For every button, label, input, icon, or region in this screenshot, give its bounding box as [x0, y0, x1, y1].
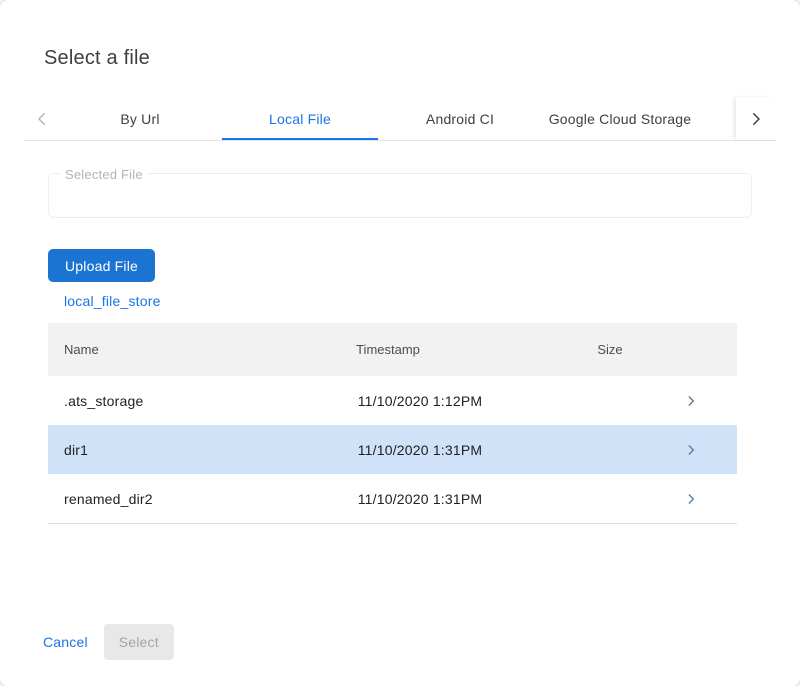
tab-by-url[interactable]: By Url — [60, 97, 220, 140]
file-timestamp: 11/10/2020 1:12PM — [300, 393, 540, 409]
selected-file-field: Selected File — [48, 173, 752, 218]
column-header-timestamp: Timestamp — [300, 342, 540, 357]
selected-file-input[interactable] — [49, 174, 751, 217]
chevron-right-icon — [747, 110, 765, 128]
table-row[interactable]: .ats_storage 11/10/2020 1:12PM — [48, 376, 737, 425]
tabs-prev-button[interactable] — [24, 97, 60, 140]
tabs-next-button[interactable] — [736, 97, 776, 140]
tab-label: By Url — [120, 111, 159, 127]
file-timestamp: 11/10/2020 1:31PM — [300, 491, 540, 507]
chevron-left-icon — [33, 110, 51, 128]
local-file-store-link[interactable]: local_file_store — [64, 293, 161, 309]
table-row[interactable]: renamed_dir2 11/10/2020 1:31PM — [48, 474, 737, 523]
tab-label: Google Cloud Storage — [549, 111, 692, 127]
chevron-right-icon[interactable] — [684, 492, 698, 506]
column-header-name: Name — [48, 342, 300, 357]
page-title: Select a file — [44, 46, 756, 70]
table-row[interactable]: dir1 11/10/2020 1:31PM — [48, 425, 737, 474]
select-file-dialog: Select a file By Url Local File Android … — [0, 0, 800, 686]
tab-content: Selected File Upload File local_file_sto… — [48, 173, 752, 524]
chevron-right-icon[interactable] — [684, 443, 698, 457]
table-header-row: Name Timestamp Size — [48, 323, 737, 376]
tab-label: Android CI — [426, 111, 494, 127]
file-table: Name Timestamp Size .ats_storage 11/10/2… — [48, 323, 737, 524]
upload-file-button[interactable]: Upload File — [48, 249, 155, 282]
tab-label: Local File — [269, 111, 331, 127]
tab-google-cloud-storage[interactable]: Google Cloud Storage — [540, 97, 700, 140]
select-button[interactable]: Select — [104, 624, 174, 660]
file-name: .ats_storage — [48, 393, 300, 409]
file-name: renamed_dir2 — [48, 491, 300, 507]
file-timestamp: 11/10/2020 1:31PM — [300, 442, 540, 458]
upload-file-label: Upload File — [65, 258, 138, 274]
column-header-size: Size — [540, 342, 680, 357]
dialog-actions: Cancel Select — [31, 624, 174, 660]
cancel-button[interactable]: Cancel — [31, 624, 100, 660]
selected-file-label: Selected File — [61, 167, 147, 182]
tab-bar: By Url Local File Android CI Google Clou… — [24, 97, 776, 141]
tab-local-file[interactable]: Local File — [220, 97, 380, 140]
tab-android-ci[interactable]: Android CI — [380, 97, 540, 140]
file-name: dir1 — [48, 442, 300, 458]
chevron-right-icon[interactable] — [684, 394, 698, 408]
